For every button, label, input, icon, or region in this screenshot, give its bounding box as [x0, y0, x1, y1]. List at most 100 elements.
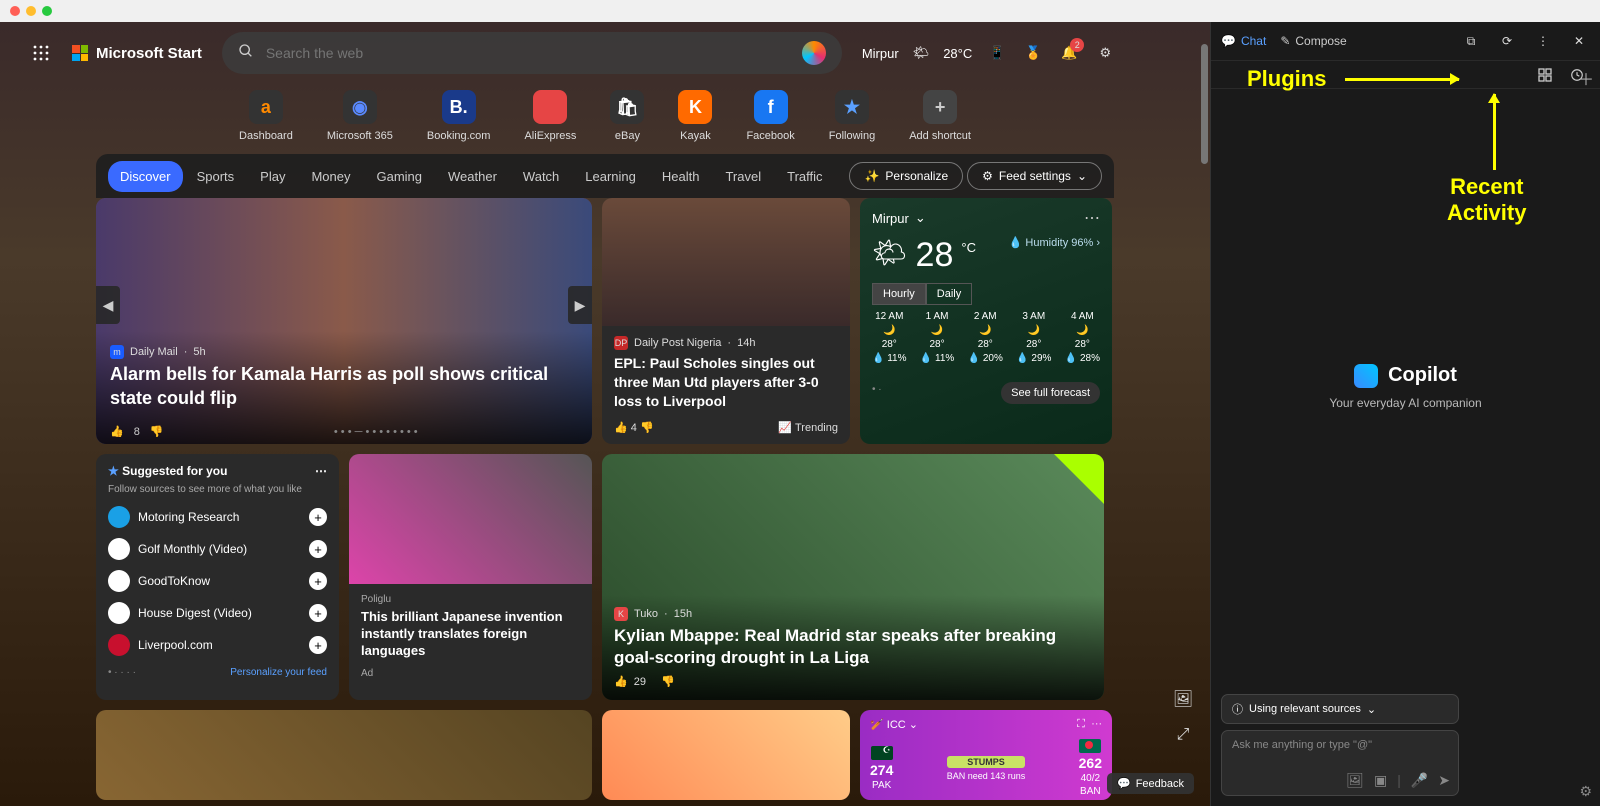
window-close[interactable] — [10, 6, 20, 16]
hourly-tab[interactable]: Hourly — [872, 283, 926, 305]
shortcut-facebook[interactable]: fFacebook — [746, 90, 794, 142]
nav-tab-travel[interactable]: Travel — [713, 161, 773, 192]
more-icon[interactable]: ⋯ — [315, 464, 327, 478]
like-icon[interactable]: 👍 — [614, 675, 628, 688]
like-icon[interactable]: 👍 — [614, 422, 628, 434]
personalize-feed-link[interactable]: Personalize your feed — [230, 667, 327, 678]
scan-icon[interactable]: ▣ — [1374, 772, 1387, 789]
compose-tab[interactable]: ✎Compose — [1280, 34, 1346, 48]
nav-tab-health[interactable]: Health — [650, 161, 712, 192]
hero-card[interactable]: ◀ ▶ mDaily Mail · 5h Alarm bells for Kam… — [96, 198, 592, 444]
follow-add-button[interactable]: + — [309, 636, 327, 654]
chat-tab[interactable]: 💬Chat — [1221, 34, 1266, 48]
suggested-item[interactable]: House Digest (Video) + — [108, 597, 327, 629]
window-minimize[interactable] — [26, 6, 36, 16]
source-avatar-icon — [108, 538, 130, 560]
shortcut-following[interactable]: ★Following — [829, 90, 875, 142]
suggested-item[interactable]: Motoring Research+ — [108, 501, 327, 533]
copilot-search-icon[interactable] — [802, 41, 826, 65]
shortcut-ebay[interactable]: 🛍eBay — [610, 90, 644, 142]
mic-icon[interactable]: 🎤 — [1411, 772, 1428, 789]
nav-tab-play[interactable]: Play — [248, 161, 297, 192]
settings-gear-icon[interactable]: ⚙ — [1094, 42, 1116, 64]
window-maximize[interactable] — [42, 6, 52, 16]
see-forecast-button[interactable]: See full forecast — [1001, 382, 1100, 404]
image-attach-icon[interactable]: 🖼 — [1346, 772, 1364, 789]
nav-tab-money[interactable]: Money — [299, 161, 362, 192]
follow-add-button[interactable]: + — [309, 508, 327, 526]
annotation-arrow-recent — [1493, 94, 1496, 170]
image-card-2[interactable] — [602, 710, 850, 800]
expand-icon[interactable]: ⤢ — [1172, 724, 1194, 746]
nav-tab-traffic[interactable]: Traffic — [775, 161, 834, 192]
dislike-icon[interactable]: 👎 — [150, 425, 164, 438]
personalize-button[interactable]: ✨Personalize — [849, 162, 963, 190]
notifications-icon[interactable]: 🔔2 — [1058, 42, 1080, 64]
image-mode-icon[interactable]: 🖼 — [1172, 688, 1194, 710]
nav-tab-watch[interactable]: Watch — [511, 161, 571, 192]
nav-tab-weather[interactable]: Weather — [436, 161, 509, 192]
big-story-card[interactable]: KTuko · 15h Kylian Mbappe: Real Madrid s… — [602, 454, 1104, 700]
expand-icon[interactable]: ⛶ — [1077, 718, 1085, 730]
rewards-icon[interactable]: 🏅 — [1022, 42, 1044, 64]
dislike-icon[interactable]: 👎 — [661, 675, 675, 688]
chevron-right-icon[interactable]: › — [1096, 237, 1100, 249]
nav-tab-learning[interactable]: Learning — [573, 161, 648, 192]
follow-add-button[interactable]: + — [309, 604, 327, 622]
scrollbar[interactable] — [1201, 44, 1208, 164]
plugins-icon[interactable] — [1534, 64, 1556, 86]
shortcut-add-shortcut[interactable]: +Add shortcut — [909, 90, 971, 142]
add-tab-icon[interactable]: ＋ — [1578, 66, 1594, 90]
ad-card[interactable]: Poliglu This brilliant Japanese inventio… — [349, 454, 592, 700]
carousel-prev[interactable]: ◀ — [96, 286, 120, 324]
copilot-input[interactable]: Ask me anything or type "@" 🖼 ▣ | 🎤 ➤ — [1221, 730, 1459, 796]
chevron-down-icon[interactable]: ⌄ — [915, 210, 926, 226]
shortcut-dashboard[interactable]: aDashboard — [239, 90, 293, 142]
shortcut-kayak[interactable]: KKayak — [678, 90, 712, 142]
app-launcher-icon[interactable] — [30, 42, 52, 64]
location-city[interactable]: Mirpur — [862, 46, 899, 61]
refresh-icon[interactable]: ⟳ — [1496, 30, 1518, 52]
more-icon[interactable]: ⋮ — [1532, 30, 1554, 52]
send-icon[interactable]: ➤ — [1438, 772, 1450, 789]
follow-add-button[interactable]: + — [309, 540, 327, 558]
feed-settings-button[interactable]: ⚙Feed settings⌄ — [967, 162, 1102, 190]
brand[interactable]: Microsoft Start — [72, 45, 202, 62]
shortcut-aliexpress[interactable]: AliExpress — [524, 90, 576, 142]
mobile-icon[interactable]: 📱 — [986, 42, 1008, 64]
source-name: House Digest (Video) — [138, 606, 252, 620]
open-external-icon[interactable]: ⧉ — [1460, 30, 1482, 52]
story-age: 14h — [737, 337, 755, 349]
cricket-score-card[interactable]: 🏏 ICC ⌄ ⛶ ⋯ ☪ 274 PAK STUMPS BAN need 14… — [860, 710, 1112, 800]
feedback-button[interactable]: 💬Feedback — [1107, 773, 1194, 794]
shortcut-microsoft-365[interactable]: ◉Microsoft 365 — [327, 90, 393, 142]
follow-add-button[interactable]: + — [309, 572, 327, 590]
shortcut-booking.com[interactable]: B.Booking.com — [427, 90, 491, 142]
shortcut-label: Booking.com — [427, 130, 491, 142]
story-image — [602, 198, 850, 326]
search-box[interactable] — [222, 32, 842, 74]
sidebar-settings-icon[interactable]: ⚙ — [1579, 783, 1592, 800]
nav-tab-discover[interactable]: Discover — [108, 161, 183, 192]
nav-tab-sports[interactable]: Sports — [185, 161, 247, 192]
nav-tab-gaming[interactable]: Gaming — [364, 161, 434, 192]
chat-icon: 💬 — [1221, 34, 1236, 48]
more-icon[interactable]: ⋯ — [1091, 718, 1102, 730]
daily-tab[interactable]: Daily — [926, 283, 972, 305]
carousel-next[interactable]: ▶ — [568, 286, 592, 324]
image-card[interactable] — [96, 710, 592, 800]
chevron-down-icon[interactable]: ⌄ — [909, 719, 918, 731]
more-icon[interactable]: ⋯ — [1084, 208, 1100, 228]
sources-chip[interactable]: ⓘUsing relevant sources⌄ — [1221, 694, 1459, 724]
suggested-item[interactable]: GoodToKnow+ — [108, 565, 327, 597]
suggested-item[interactable]: Golf Monthly (Video)+ — [108, 533, 327, 565]
close-icon[interactable]: ✕ — [1568, 30, 1590, 52]
weather-card[interactable]: Mirpur ⌄ ⋯ 🌤 28 °C 💧 Humidity 96% › Hour… — [860, 198, 1112, 444]
search-input[interactable] — [266, 45, 790, 61]
dislike-icon[interactable]: 👎 — [640, 422, 654, 434]
ad-headline: This brilliant Japanese invention instan… — [361, 609, 580, 660]
suggested-item[interactable]: Liverpool.com+ — [108, 629, 327, 661]
source-avatar-icon — [108, 602, 130, 624]
like-icon[interactable]: 👍 — [110, 425, 124, 438]
story-card[interactable]: DPDaily Post Nigeria · 14h EPL: Paul Sch… — [602, 198, 850, 444]
